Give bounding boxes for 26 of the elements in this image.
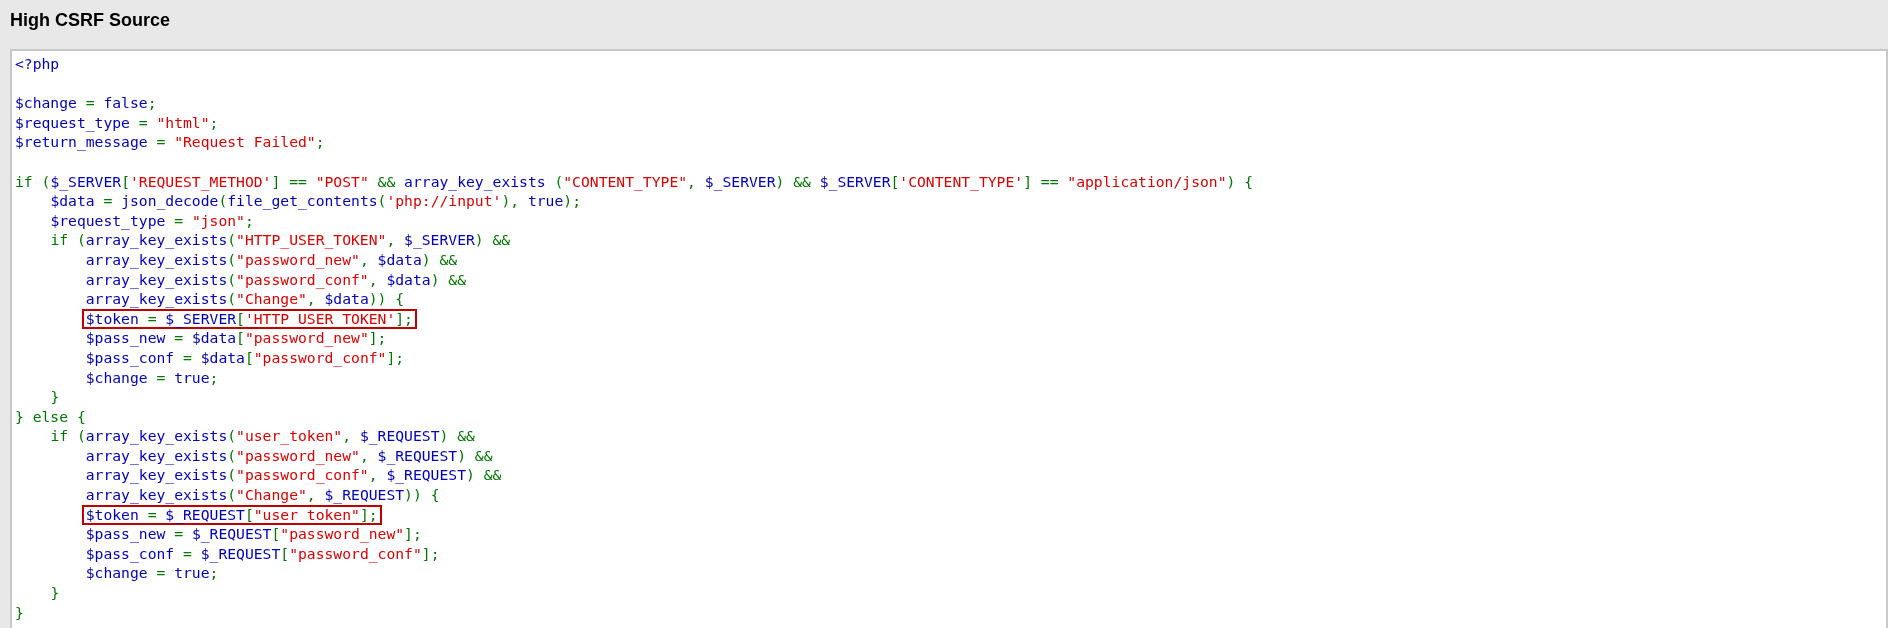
code-line: array_key_exists("password_conf", $data) &&: [85, 270, 466, 288]
code-line: $data = json_decode(file_get_contents('php://input'), true);: [50, 192, 581, 210]
code-line: array_key_exists("password_new", $data) &&: [85, 250, 458, 268]
code-line: $change = true;: [85, 368, 219, 386]
code-line: $pass_new = $_REQUEST["password_new"];: [85, 525, 422, 543]
code-line: $request_type = "html";: [15, 113, 219, 131]
code-line: $pass_conf = $_REQUEST["password_conf"];: [85, 544, 440, 562]
code-line: $pass_new = $data["password_new"];: [85, 329, 387, 347]
code-line: $pass_conf = $data["password_conf"];: [85, 348, 405, 366]
code-line: $change = true;: [85, 564, 219, 582]
code-line: }: [15, 603, 24, 621]
code-line: } else {: [15, 407, 86, 425]
code-line: $change = false;: [15, 94, 157, 112]
code-line: }: [50, 584, 60, 602]
code-line: if ($_SERVER['REQUEST_METHOD'] == "POST" && array_key_exists ("CONTENT_TYPE", $_SERVER) && $_SERVER['CONTENT_TYPE'] == "application/json") {: [15, 172, 1254, 190]
code-line: $request_type = "json";: [50, 211, 254, 229]
section-title: High CSRF Source: [10, 9, 170, 31]
code-line: array_key_exists("password_new", $_REQUEST) &&: [85, 446, 493, 464]
code-line: if (array_key_exists("user_token", $_REQUEST) &&: [50, 427, 475, 445]
code-line: }: [50, 388, 60, 406]
code-line: <?php: [15, 55, 60, 72]
code-line: $return_message = "Request Failed";: [15, 133, 325, 151]
code-line: if (array_key_exists("HTTP_USER_TOKEN", $_SERVER) &&: [50, 231, 511, 249]
code-line: array_key_exists("Change", $data)) {: [85, 290, 405, 308]
code-line: array_key_exists("Change", $_REQUEST)) {: [85, 486, 440, 504]
code-line: array_key_exists("password_conf", $_REQUEST) &&: [85, 466, 502, 484]
